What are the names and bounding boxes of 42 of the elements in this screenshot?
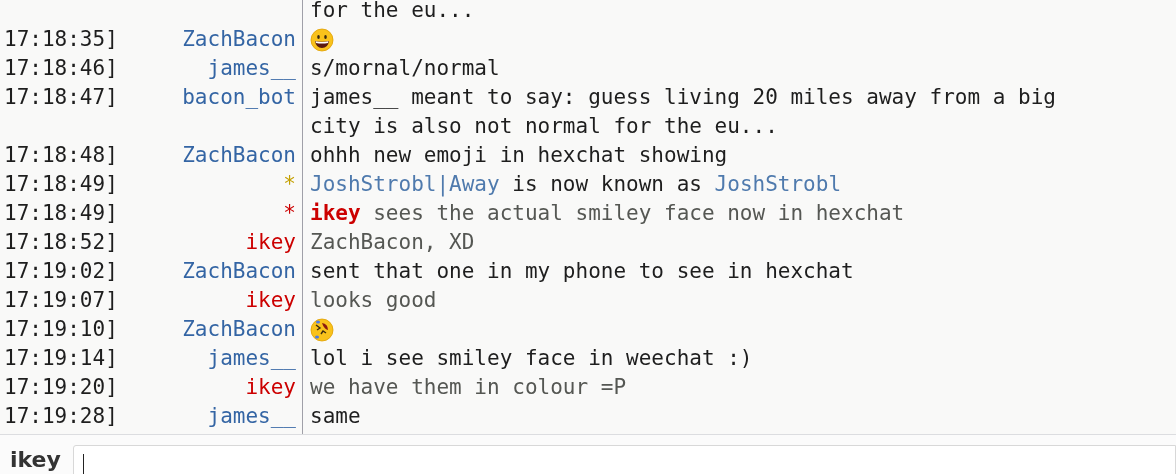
timestamp: 17:18:49] [4,201,118,225]
timestamp: 17:18:49] [4,172,118,196]
action-marker: * [283,201,296,225]
message-text: we have them in colour =P [310,374,627,401]
message-text: looks good [310,287,437,314]
message-text: sent that one in my phone to see in hexchat [310,258,854,285]
nickname: ikey [245,230,296,254]
nickname: ZachBacon [182,27,296,51]
nick-label: ikey [10,447,61,473]
nickname: ZachBacon [182,317,296,341]
message-text: lol i see smiley face in weechat :) [310,345,753,372]
timestamp: 17:19:10] [4,317,118,341]
message-text: james__ meant to say: guess living 20 miles away from a big city is also not normal for the eu... [310,84,1057,140]
nickname: james__ [207,346,296,370]
message-text: for the eu... [310,0,475,24]
nickname: bacon_bot [182,85,296,109]
text-cursor [82,454,84,474]
timestamp: 17:19:20] [4,375,118,399]
message-text: ikey sees the actual smiley face now in hexchat [310,200,905,227]
nickname: ZachBacon [182,259,296,283]
timestamp: 17:19:14] [4,346,118,370]
nickname: james__ [207,56,296,80]
message-text: JoshStrobl|Away is now known as JoshStrobl [310,171,842,199]
message-text: ZachBacon, XD [310,229,475,256]
timestamp: 17:19:07] [4,288,118,312]
timestamp: 17:18:52] [4,230,118,254]
timestamp: 17:18:47] [4,85,118,109]
grinning-face-icon [310,27,334,52]
message-text: s/mornal/normal [310,55,500,82]
nickname: james__ [207,404,296,428]
laughing-face-icon [310,317,334,342]
nickname: ZachBacon [182,143,296,167]
nickname: ikey [245,375,296,399]
timestamp: 17:18:46] [4,56,118,80]
timestamp: 17:19:02] [4,259,118,283]
message-text: ohhh new emoji in hexchat showing [310,142,728,169]
timestamp: 17:18:35] [4,27,118,51]
timestamp: 17:19:28] [4,404,118,428]
nickname: ikey [245,288,296,312]
timestamp: 17:18:48] [4,143,118,167]
message-text: same [310,403,361,430]
action-marker: * [283,172,296,196]
